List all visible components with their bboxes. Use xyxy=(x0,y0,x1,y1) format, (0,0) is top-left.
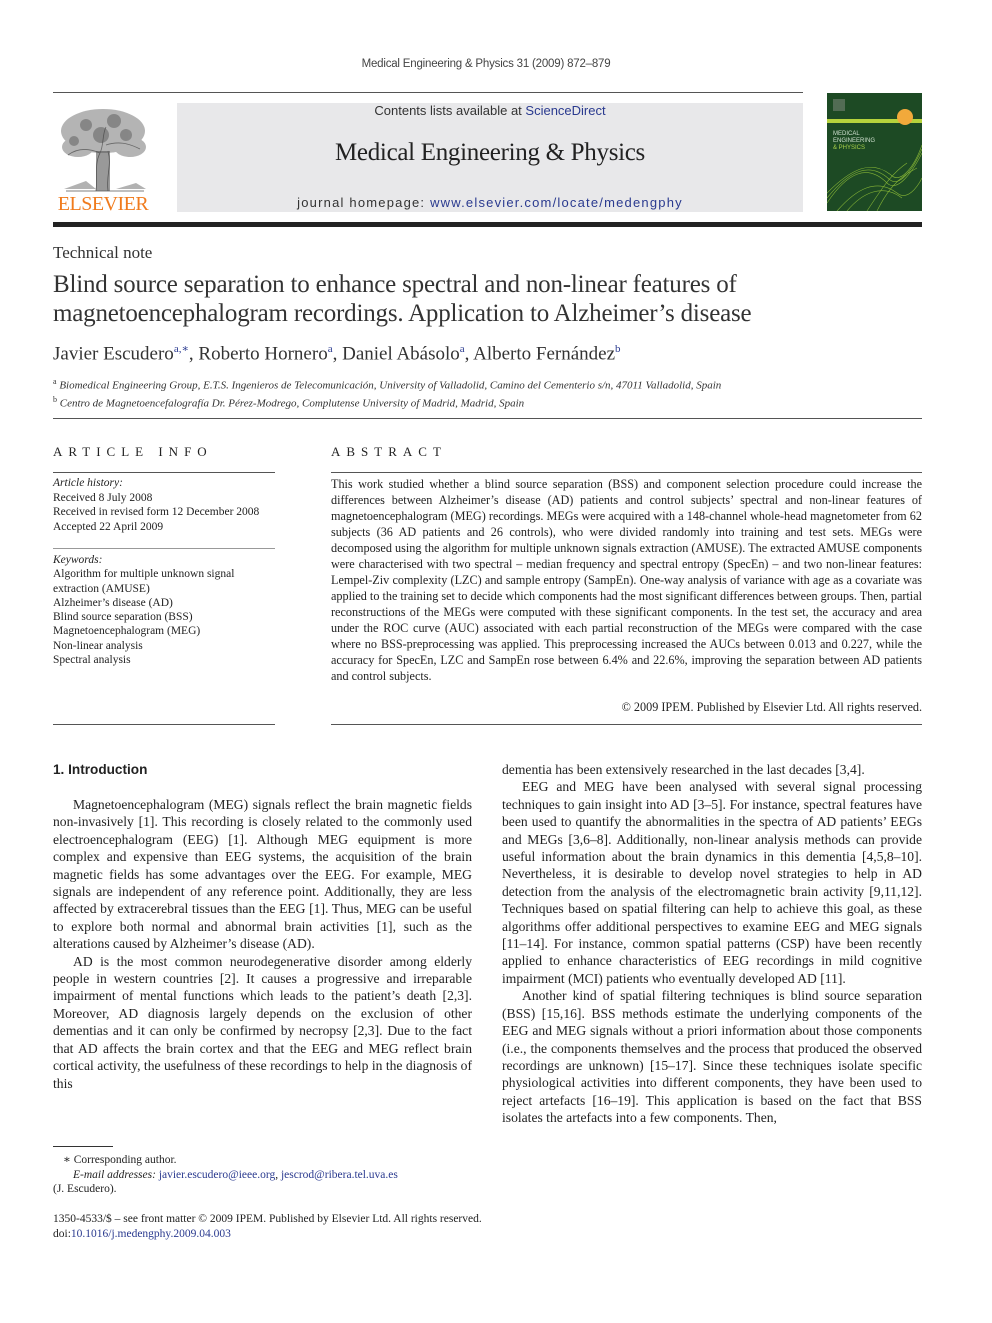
history-revised: Received in revised form 12 December 200… xyxy=(53,506,260,519)
keyword: Spectral analysis xyxy=(53,654,131,667)
affiliation-text: Centro de Magnetoencefalografía Dr. Pére… xyxy=(59,397,525,410)
keyword: Algorithm for multiple unknown signal ex… xyxy=(53,568,235,595)
doi-prefix: doi: xyxy=(53,1228,71,1240)
divider xyxy=(331,724,922,725)
tree-icon xyxy=(56,105,150,193)
affiliation-mark: b xyxy=(53,395,57,405)
divider xyxy=(53,548,275,549)
journal-homepage-link[interactable]: www.elsevier.com/locate/medengphy xyxy=(430,195,683,210)
email-link[interactable]: javier.escudero@ieee.org xyxy=(159,1169,275,1181)
affiliation: a Biomedical Engineering Group, E.T.S. I… xyxy=(53,375,721,393)
issn-line: 1350-4533/$ – see front matter © 2009 IP… xyxy=(53,1213,482,1225)
body-column-right: dementia has been extensively researched… xyxy=(502,761,922,1127)
history-received: Received 8 July 2008 xyxy=(53,491,153,504)
footnote-mark: ∗ xyxy=(63,1154,71,1166)
divider xyxy=(53,418,922,419)
author-name[interactable]: Roberto Hornero xyxy=(198,343,327,364)
paragraph: dementia has been extensively researched… xyxy=(502,762,865,777)
abstract-copyright: © 2009 IPEM. Published by Elsevier Ltd. … xyxy=(621,700,922,714)
article-type: Technical note xyxy=(53,243,153,262)
corresponding-author-note: ∗ Corresponding author. xyxy=(53,1153,483,1168)
email-owner: (J. Escudero). xyxy=(53,1183,117,1195)
masthead-rule xyxy=(53,222,922,227)
journal-homepage: journal homepage: www.elsevier.com/locat… xyxy=(177,195,803,210)
keywords-label: Keywords: xyxy=(53,554,103,566)
paragraph: EEG and MEG have been analysed with seve… xyxy=(502,779,922,986)
affiliation-text: Biomedical Engineering Group, E.T.S. Ing… xyxy=(59,379,722,392)
footnotes: ∗ Corresponding author. E-mail addresses… xyxy=(53,1153,483,1197)
contents-line: Contents lists available at ScienceDirec… xyxy=(177,103,803,118)
journal-masthead: Contents lists available at ScienceDirec… xyxy=(177,103,803,212)
homepage-prefix: journal homepage: xyxy=(297,195,431,210)
author-name[interactable]: Daniel Abásolo xyxy=(342,343,460,364)
affiliation: b Centro de Magnetoencefalografía Dr. Pé… xyxy=(53,393,721,411)
article-title: Blind source separation to enhance spect… xyxy=(53,271,752,327)
history-accepted: Accepted 22 April 2009 xyxy=(53,520,164,533)
doi-link[interactable]: 10.1016/j.medengphy.2009.04.003 xyxy=(71,1228,231,1240)
front-matter: 1350-4533/$ – see front matter © 2009 IP… xyxy=(53,1212,653,1242)
email-link[interactable]: jescrod@ribera.tel.uva.es xyxy=(281,1169,398,1181)
article-history: Article history: Received 8 July 2008 Re… xyxy=(53,476,283,534)
history-label: Article history: xyxy=(53,477,123,489)
author-affiliation-mark[interactable]: a xyxy=(460,343,465,355)
section-heading: 1. Introduction xyxy=(53,762,148,777)
divider xyxy=(331,472,922,473)
doi-line: doi:10.1016/j.medengphy.2009.04.003 xyxy=(53,1227,653,1242)
affiliation-mark: a xyxy=(53,377,57,386)
author-name[interactable]: Javier Escudero xyxy=(53,343,174,364)
keywords: Keywords: Algorithm for multiple unknown… xyxy=(53,553,283,667)
running-head: Medical Engineering & Physics 31 (2009) … xyxy=(361,58,611,70)
affiliations: a Biomedical Engineering Group, E.T.S. I… xyxy=(53,375,721,411)
journal-cover-art: MEDICAL ENGINEERING & PHYSICS xyxy=(827,93,922,211)
contents-prefix: Contents lists available at xyxy=(374,103,526,118)
paragraph: AD is the most common neurodegenerative … xyxy=(53,953,472,1091)
keyword: Alzheimer’s disease (AD) xyxy=(53,596,173,609)
email-label: E-mail addresses: xyxy=(73,1168,156,1181)
article-info-heading: ARTICLE INFO xyxy=(53,444,213,459)
keyword: Non-linear analysis xyxy=(53,639,143,652)
body-column-left: Magnetoencephalogram (MEG) signals refle… xyxy=(53,796,472,1092)
author-affiliation-mark[interactable]: a xyxy=(328,343,333,355)
divider xyxy=(53,724,275,725)
elsevier-wordmark: ELSEVIER xyxy=(57,193,149,215)
corresponding-author-text: Corresponding author. xyxy=(73,1154,177,1166)
cover-title-line-3: & PHYSICS xyxy=(833,145,865,151)
divider xyxy=(53,472,275,473)
author-list: Javier Escuderoa,∗, Roberto Horneroa, Da… xyxy=(53,343,621,365)
paragraph: Magnetoencephalogram (MEG) signals refle… xyxy=(53,797,472,952)
keyword: Blind source separation (BSS) xyxy=(53,611,193,624)
paragraph: Another kind of spatial filtering techni… xyxy=(502,988,922,1126)
journal-title: Medical Engineering & Physics xyxy=(335,139,645,166)
author-name[interactable]: Alberto Fernández xyxy=(473,343,615,364)
author-affiliation-mark[interactable]: a,∗ xyxy=(174,343,189,355)
abstract-heading: ABSTRACT xyxy=(331,444,447,459)
author-affiliation-mark[interactable]: b xyxy=(615,343,621,355)
email-line: E-mail addresses: javier.escudero@ieee.o… xyxy=(73,1168,398,1181)
footnote-rule xyxy=(53,1146,113,1147)
journal-cover[interactable]: MEDICAL ENGINEERING & PHYSICS xyxy=(827,93,922,211)
sciencedirect-link[interactable]: ScienceDirect xyxy=(525,103,605,118)
cover-title-line-1: MEDICAL xyxy=(833,131,860,137)
elsevier-logo[interactable]: ELSEVIER xyxy=(53,100,153,215)
header-rule xyxy=(53,92,803,93)
abstract-text: This work studied whether a blind source… xyxy=(331,477,922,683)
keyword: Magnetoencephalogram (MEG) xyxy=(53,625,201,638)
cover-title-line-2: ENGINEERING xyxy=(833,138,875,144)
